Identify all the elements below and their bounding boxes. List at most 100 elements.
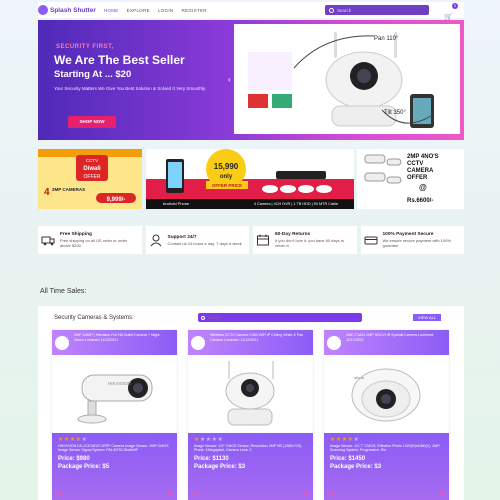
calendar-icon [257, 234, 269, 246]
promo3-line4: @ [419, 183, 427, 192]
tilt-label: Tilt 350° [384, 110, 406, 116]
panel-search-box [198, 313, 362, 322]
product-price: Price: $980 [58, 455, 90, 462]
feature-desc: Contact us 24 hours a day, 7 days a week [167, 240, 242, 246]
payment-icon [364, 236, 377, 245]
promo3-line3: OFFER [407, 175, 428, 181]
product-thumbnail [55, 336, 69, 350]
brand-logo[interactable]: Splash Shutter [38, 5, 96, 15]
promo2-price: 15,990 [214, 162, 239, 171]
shop-now-button[interactable]: SHOP NOW [68, 116, 116, 128]
product-description: Image Sensor: 1/2.7" CMOS, Effective Pix… [330, 444, 441, 453]
feature-title: Free Shipping [60, 232, 92, 237]
product-thumbnail [327, 336, 341, 350]
promo3-line0: 2MP 4NO'S [407, 154, 439, 160]
svg-text:alhua: alhua [354, 375, 365, 380]
product-card[interactable]: 2MC-T1A21 2MP HDCVI IR Eyeball Camera Lu… [324, 330, 449, 500]
card-header: Wireless CCTV Camera V380 WiFi IP Ceilin… [188, 330, 313, 355]
logo-icon [38, 5, 48, 15]
crown-icon[interactable]: ♛ [329, 491, 335, 498]
product-price: Price: $1130 [194, 455, 229, 462]
promo3-line1: CCTV [407, 161, 423, 167]
carousel-next-icon[interactable]: › [456, 76, 462, 84]
search-icon[interactable] [329, 7, 334, 13]
card-head-text: 2MP 1080P ( Hikvision Full HD Bullet Cam… [74, 333, 160, 342]
crown-icon[interactable]: ♛ [57, 491, 63, 498]
package-price: Package Price: $3 [330, 463, 382, 470]
crown-icon[interactable]: ♛ [193, 491, 199, 498]
product-panel: Security Cameras & Systems: VIEW ALL 2MP… [38, 306, 464, 500]
product-price: Price: $1450 [330, 455, 366, 462]
promo2-kit: 4 Camera | 4CH DVR | 1 TB HDD | 50 MTR C… [254, 202, 338, 206]
product-image[interactable] [188, 355, 313, 433]
card-head-text: 2MC-T1A21 2MP HDCVI IR Eyeball Camera Lu… [346, 333, 434, 342]
promo2-phone: Android Phone [163, 201, 190, 206]
promo2-offer: OFFER PRICE [212, 183, 242, 188]
nav-search-box [325, 5, 429, 15]
hero-title: We Are The Best Seller [54, 53, 185, 67]
top-navbar: Splash Shutter HOME EXPLORE LOGIN REGIST… [38, 2, 464, 21]
nav-login-link[interactable]: LOGIN [158, 8, 174, 13]
carousel-prev-icon[interactable]: ‹ [228, 76, 234, 84]
feature-title: 60-Day Returns [275, 232, 311, 237]
svg-text:HIKVISION: HIKVISION [108, 381, 131, 386]
product-image[interactable]: HIKVISION [52, 355, 177, 433]
product-card[interactable]: Wireless CCTV Camera V380 WiFi IP Ceilin… [188, 330, 313, 500]
package-price: Package Price: $3 [194, 463, 246, 470]
promo2-only: only [220, 174, 233, 180]
heart-icon[interactable]: ♥ [168, 491, 172, 498]
feature-returns: 60-Day Returns If you don't love it, you… [253, 226, 357, 254]
hero-subtitle: Starting At ... $20 [54, 69, 132, 80]
hero-description: Your Security Matters We Give You Best S… [54, 86, 206, 91]
promo-4cameras[interactable]: 2MP 4NO'S CCTV CAMERA OFFER @ Rs.6600/- [357, 149, 464, 209]
card-head-text: Wireless CCTV Camera V380 WiFi IP Ceilin… [210, 333, 304, 342]
search-icon[interactable] [201, 315, 205, 320]
panel-search-input[interactable] [208, 313, 348, 322]
support-icon [150, 234, 161, 247]
card-header: 2MC-T1A21 2MP HDCVI IR Eyeball Camera Lu… [324, 330, 449, 355]
brand-name: Splash Shutter [50, 6, 96, 14]
card-body: ★★★★★ HIKVISION DS-2CE16D0T-IRPF Camera … [52, 433, 177, 500]
package-price: Package Price: $5 [58, 463, 110, 470]
pan-label: Pan 110° [374, 36, 399, 42]
feature-desc: If you don't love it, you have 60 days t… [275, 238, 345, 248]
view-all-button[interactable]: VIEW ALL [412, 313, 442, 322]
promo-diwali[interactable]: CCTV Diwali OFFER 4 2MP CAMERAS 9,999/- [38, 149, 142, 209]
nav-search-input[interactable] [337, 7, 417, 13]
card-actions: ♛ ♥ [188, 491, 313, 498]
cart-count-badge: 0 [452, 3, 458, 9]
card-header: 2MP 1080P ( Hikvision Full HD Bullet Cam… [52, 330, 177, 355]
rating-stars-icon: ★★★★★ [194, 437, 224, 443]
hero-kicker: SECURITY FIRST, [56, 44, 114, 50]
product-description: Image Sensor: 1/3" CMOS Sensor, Resoluti… [194, 444, 303, 453]
nav-register-link[interactable]: REGISTER [181, 8, 206, 13]
heart-icon[interactable]: ♥ [440, 491, 444, 498]
truck-icon [41, 236, 55, 246]
promo3-line5: Rs.6600/- [407, 198, 433, 204]
feature-free-shipping: Free Shipping Free shipping on all US or… [38, 226, 142, 254]
feature-desc: We ensure secure payment with 100% guran… [382, 238, 451, 248]
rating-stars-icon: ★★★★★ [330, 437, 360, 443]
panel-title: Security Cameras & Systems: [54, 315, 134, 321]
card-body: ★★★★★ Image Sensor: 1/2.7" CMOS, Effecti… [324, 433, 449, 500]
promo1-line5: 9,999/- [107, 197, 126, 203]
card-actions: ♛ ♥ [324, 491, 449, 498]
promo1-line2: OFFER [84, 174, 101, 180]
feature-strip: Free Shipping Free shipping on all US or… [38, 226, 464, 254]
feature-title: 100% Payment Secure [382, 232, 434, 237]
promo3-line2: CAMERA [407, 168, 434, 174]
product-thumbnail [191, 336, 205, 350]
feature-secure-payment: 100% Payment Secure We ensure secure pay… [360, 226, 464, 254]
product-image[interactable]: alhua [324, 355, 449, 433]
nav-explore-link[interactable]: EXPLORE [127, 8, 150, 13]
promo1-line4: 2MP CAMERAS [52, 187, 85, 192]
heart-icon[interactable]: ♥ [304, 491, 308, 498]
feature-desc: Free shipping on all US order or order a… [60, 238, 128, 248]
nav-home-link[interactable]: HOME [104, 8, 119, 13]
product-card[interactable]: 2MP 1080P ( Hikvision Full HD Bullet Cam… [52, 330, 177, 500]
promo1-line3: 4 [44, 187, 50, 198]
hero-banner: SECURITY FIRST, We Are The Best Seller S… [38, 20, 464, 140]
cart-button[interactable]: 🛒 0 [444, 3, 458, 21]
card-actions: ♛ ♥ [52, 491, 177, 498]
promo-android-offer[interactable]: 15,990 only OFFER PRICE Android Phone 4 … [146, 149, 354, 209]
